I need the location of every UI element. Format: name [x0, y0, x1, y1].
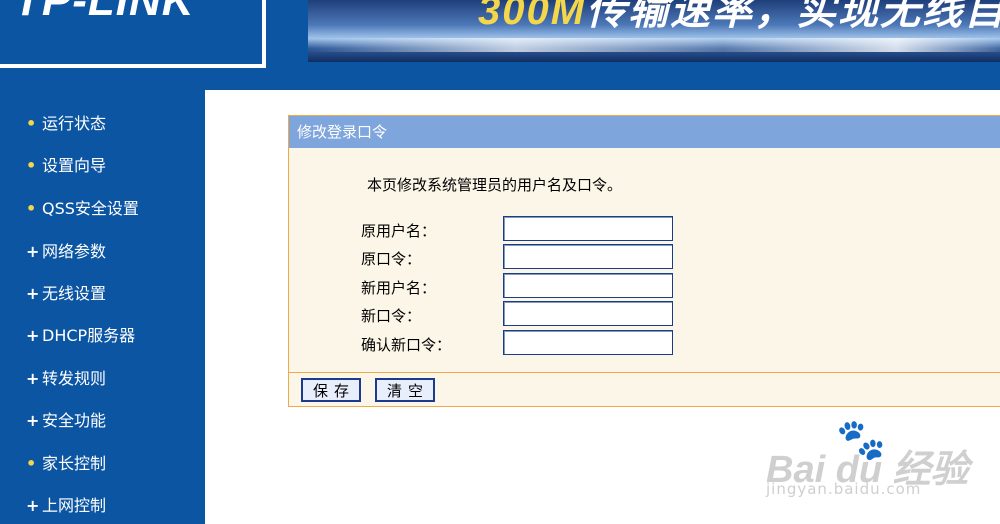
sidebar-item-label: 运行状态	[42, 114, 107, 133]
sidebar-item-status[interactable]: • 运行状态	[26, 112, 106, 136]
new-username-input[interactable]	[503, 273, 673, 298]
sidebar-item-label: 家长控制	[42, 454, 107, 473]
bullet-icon: •	[26, 114, 37, 133]
sidebar-item-dhcp[interactable]: + DHCP服务器	[26, 324, 135, 348]
expand-plus-icon: +	[26, 326, 40, 345]
bullet-icon: •	[26, 199, 37, 218]
sidebar-item-forwarding[interactable]: + 转发规则	[26, 367, 106, 391]
old-username-label: 原用户名：	[361, 222, 437, 240]
old-password-label: 原口令：	[361, 250, 422, 268]
save-button[interactable]: 保存	[301, 378, 361, 402]
logo-box: TP-LINK	[0, 0, 266, 68]
sidebar-item-security[interactable]: + 安全功能	[26, 409, 106, 433]
corner-curve	[205, 90, 249, 134]
sidebar-item-label: 安全功能	[42, 411, 107, 430]
banner-wave	[308, 38, 1000, 52]
expand-plus-icon: +	[26, 411, 40, 430]
new-password-input[interactable]	[503, 301, 673, 326]
sidebar-item-network[interactable]: + 网络参数	[26, 240, 106, 264]
sidebar-item-qss[interactable]: • QSS安全设置	[26, 197, 139, 221]
banner-slogan: 传输速率，实现无线自由	[586, 0, 1000, 33]
expand-plus-icon: +	[26, 369, 40, 388]
watermark-url: jingyan.baidu.com	[766, 480, 922, 498]
change-password-panel: 修改登录口令 本页修改系统管理员的用户名及口令。 原用户名： 原口令： 新用户名…	[288, 115, 1000, 407]
confirm-password-label: 确认新口令：	[361, 336, 452, 354]
banner-gap	[266, 0, 308, 68]
old-username-input[interactable]	[503, 216, 673, 241]
sidebar-item-label: 无线设置	[42, 284, 107, 303]
expand-plus-icon: +	[26, 496, 40, 515]
sidebar: • 运行状态 • 设置向导 • QSS安全设置 + 网络参数 + 无线设置 + DHCP服务…	[0, 68, 205, 524]
sidebar-item-label: 网络参数	[42, 242, 107, 261]
tp-link-logo: TP-LINK	[14, 0, 195, 25]
panel-description: 本页修改系统管理员的用户名及口令。	[367, 176, 623, 194]
old-password-input[interactable]	[503, 244, 673, 269]
bullet-icon: •	[26, 156, 37, 175]
banner-speed: 300M	[478, 0, 587, 33]
panel-title: 修改登录口令	[289, 116, 1000, 148]
banner-text: 300M传输速率，实现无线自由	[478, 0, 1000, 36]
clear-button[interactable]: 清空	[375, 378, 435, 402]
bullet-icon: •	[26, 454, 37, 473]
sidebar-item-parental[interactable]: • 家长控制	[26, 452, 106, 476]
expand-plus-icon: +	[26, 284, 40, 303]
new-username-label: 新用户名：	[361, 279, 437, 297]
sidebar-item-access[interactable]: + 上网控制	[26, 494, 106, 518]
corner-fill	[205, 68, 265, 90]
sidebar-item-label: DHCP服务器	[42, 326, 136, 345]
sidebar-item-wireless[interactable]: + 无线设置	[26, 282, 106, 306]
panel-divider	[289, 372, 1000, 373]
sidebar-item-wizard[interactable]: • 设置向导	[26, 154, 106, 178]
sidebar-item-label: 转发规则	[42, 369, 107, 388]
banner: 300M传输速率，实现无线自由	[308, 0, 1000, 62]
expand-plus-icon: +	[26, 242, 40, 261]
sidebar-item-label: 上网控制	[42, 496, 107, 515]
sidebar-item-label: 设置向导	[42, 156, 107, 175]
baidu-watermark: 🐾 Bai du 经验 jingyan.baidu.com	[766, 416, 986, 506]
sidebar-item-label: QSS安全设置	[42, 199, 139, 218]
confirm-password-input[interactable]	[503, 330, 673, 355]
new-password-label: 新口令：	[361, 307, 422, 325]
